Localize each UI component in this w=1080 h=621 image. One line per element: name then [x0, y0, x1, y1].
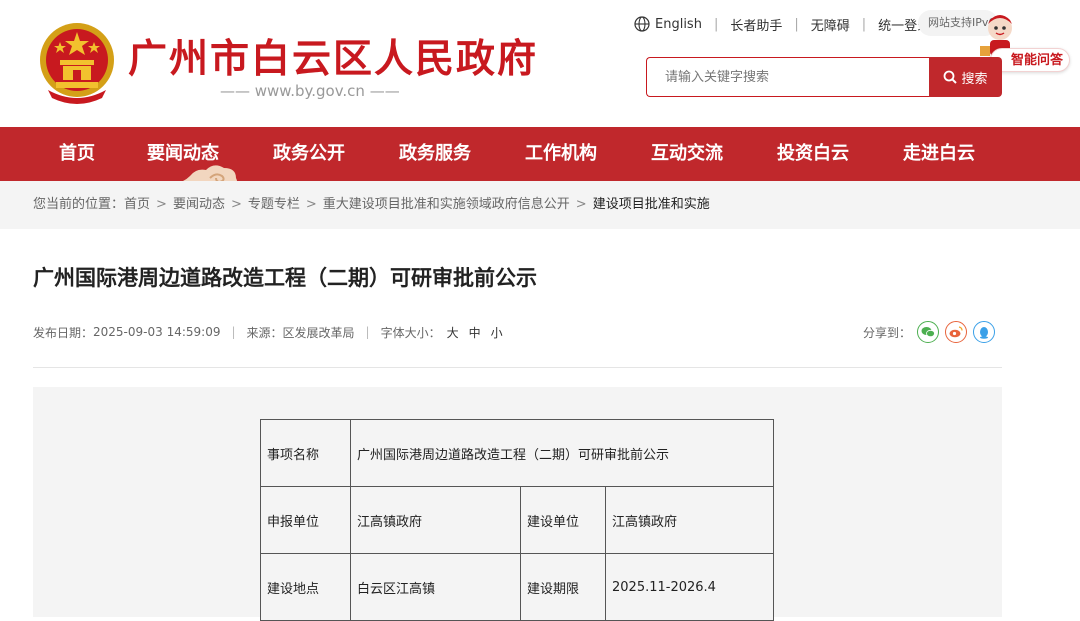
- breadcrumb-item-news[interactable]: 要闻动态: [173, 197, 225, 212]
- site-title: 广州市白云区人民政府: [128, 37, 539, 82]
- meta-separator: |: [365, 325, 370, 339]
- nav-item-agencies[interactable]: 工作机构: [498, 127, 624, 181]
- table-row: 申报单位 江高镇政府 建设单位 江高镇政府: [260, 486, 774, 554]
- publish-date-label: 发布日期：: [33, 325, 94, 340]
- site-header: 广州市白云区人民政府 —— www.by.gov.cn —— English |…: [0, 0, 1080, 127]
- breadcrumb-separator: >: [230, 197, 242, 212]
- table-cell-value: 2025.11-2026.4: [605, 553, 774, 621]
- article-title: 广州国际港周边道路改造工程（二期）可研审批前公示: [33, 266, 537, 290]
- national-emblem-icon: [40, 23, 114, 104]
- font-size-large[interactable]: 大: [447, 324, 459, 341]
- font-size-small[interactable]: 小: [491, 324, 503, 341]
- breadcrumb-separator: >: [156, 197, 167, 212]
- font-size-medium[interactable]: 中: [469, 324, 481, 341]
- table-cell-value: 广州国际港周边道路改造工程（二期）可研审批前公示: [350, 419, 774, 487]
- link-separator: |: [713, 16, 719, 32]
- table-cell-label: 建设地点: [260, 553, 351, 621]
- table-row: 事项名称 广州国际港周边道路改造工程（二期）可研审批前公示: [260, 419, 774, 487]
- search-input[interactable]: [646, 57, 930, 97]
- search-button-label: 搜索: [961, 71, 988, 87]
- table-cell-label: 建设单位: [520, 486, 606, 554]
- breadcrumb: 您当前的位置：首页 > 要闻动态 > 专题专栏 > 重大建设项目批准和实施领域政府信息公开 >…: [33, 181, 710, 229]
- weibo-share-icon[interactable]: [945, 321, 968, 343]
- publish-date: 2025-09-03 14:59:09: [93, 325, 221, 339]
- elder-assistant-link[interactable]: 长者助手: [730, 15, 782, 34]
- english-link[interactable]: English: [655, 17, 702, 32]
- top-links: English | 长者助手 | 无障碍 | 统一登录: [634, 14, 930, 34]
- nav-item-gov-affairs[interactable]: 政务公开: [246, 127, 372, 181]
- table-cell-label: 申报单位: [260, 486, 351, 554]
- nav-item-about[interactable]: 走进白云: [876, 127, 1002, 181]
- breadcrumb-item-disclosure[interactable]: 重大建设项目批准和实施领域政府信息公开: [323, 197, 570, 212]
- nav-item-invest[interactable]: 投资白云: [750, 127, 876, 181]
- table-cell-value: 白云区江高镇: [350, 553, 521, 621]
- table-cell-value: 江高镇政府: [605, 486, 774, 554]
- source: 区发展改革局: [282, 325, 355, 340]
- accessibility-link[interactable]: 无障碍: [811, 15, 850, 34]
- breadcrumb-bar: 您当前的位置：首页 > 要闻动态 > 专题专栏 > 重大建设项目批准和实施领域政府信息公开 >…: [0, 181, 1080, 229]
- article-content: 事项名称 广州国际港周边道路改造工程（二期）可研审批前公示 申报单位 江高镇政府…: [33, 387, 1002, 621]
- smart-qa-button[interactable]: 智能问答: [990, 48, 1070, 72]
- article-meta: 发布日期： 2025-09-03 14:59:09 | 来源： 区发展改革局 |…: [33, 322, 503, 342]
- search-box: 搜索: [646, 57, 1002, 97]
- link-separator: |: [794, 16, 799, 32]
- breadcrumb-item-current[interactable]: 建设项目批准和实施: [593, 197, 710, 212]
- share-label: 分享到：: [863, 325, 912, 340]
- font-size-label: 字体大小：: [380, 325, 441, 340]
- table-cell-value: 江高镇政府: [350, 486, 521, 554]
- project-info-table: 事项名称 广州国际港周边道路改造工程（二期）可研审批前公示 申报单位 江高镇政府…: [260, 419, 774, 621]
- search-button[interactable]: 搜索: [929, 57, 1002, 97]
- breadcrumb-item-home[interactable]: 首页: [124, 197, 150, 212]
- meta-divider: [33, 367, 1002, 368]
- breadcrumb-prefix: 您当前的位置：: [33, 197, 125, 212]
- table-row: 建设地点 白云区江高镇 建设期限 2025.11-2026.4: [260, 553, 774, 621]
- breadcrumb-separator: >: [575, 197, 587, 212]
- share-bar: 分享到：: [863, 321, 996, 343]
- breadcrumb-separator: >: [305, 197, 317, 212]
- wechat-share-icon[interactable]: [917, 321, 940, 343]
- breadcrumb-item-special[interactable]: 专题专栏: [248, 197, 300, 212]
- main-nav: 首页 要闻动态 政务公开 政务服务 工作机构 互动交流 投资白云 走进白云: [0, 127, 1080, 181]
- search-icon: [944, 70, 958, 84]
- source-label: 来源：: [246, 325, 283, 340]
- nav-item-interaction[interactable]: 互动交流: [624, 127, 750, 181]
- meta-separator: |: [231, 325, 236, 339]
- table-cell-label: 建设期限: [520, 553, 606, 621]
- qq-share-icon[interactable]: [973, 321, 996, 343]
- globe-icon: [634, 16, 650, 32]
- link-separator: |: [861, 16, 867, 32]
- nav-item-gov-services[interactable]: 政务服务: [372, 127, 498, 181]
- site-url: —— www.by.gov.cn ——: [220, 82, 400, 100]
- table-cell-label: 事项名称: [260, 419, 351, 487]
